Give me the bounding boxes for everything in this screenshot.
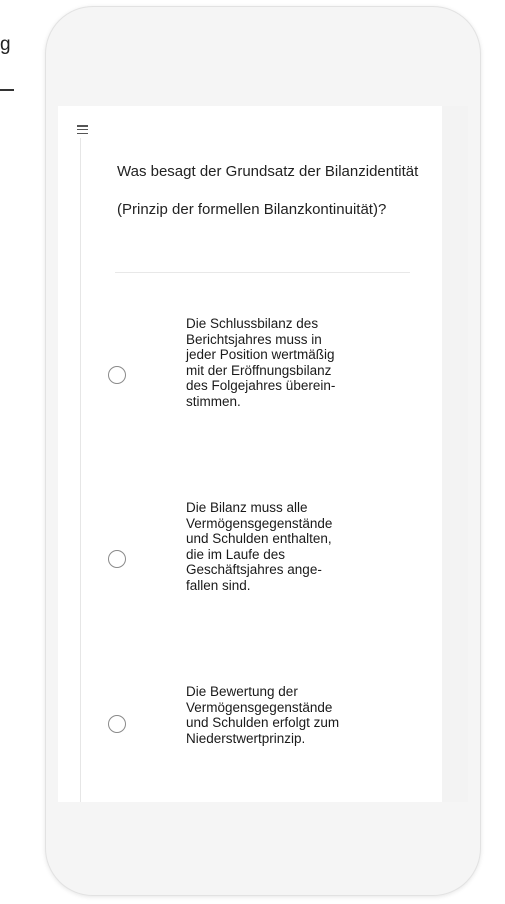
question-divider: [115, 272, 410, 273]
radio-button-icon[interactable]: [108, 550, 126, 568]
cropped-edge-text: g: [0, 34, 11, 55]
question-text: Was besagt der Grundsatz der Bilanzident…: [117, 163, 419, 218]
phone-screen: Was besagt der Grundsatz der Bilanzident…: [58, 106, 468, 802]
answer-option-label: Die Bilanz muss alle Vermögensgegenständ…: [186, 500, 333, 593]
answer-option-label: Die Bewertung der Vermögensgegenstände u…: [186, 684, 340, 746]
radio-button-icon[interactable]: [108, 366, 126, 384]
radio-button-icon[interactable]: [108, 715, 126, 733]
page: g Was besagt der Grundsatz der Bilanzide…: [0, 0, 505, 904]
answer-option-label: Die Schlussbilanz des Berichtsjahres mus…: [186, 316, 336, 409]
hamburger-menu-icon[interactable]: [77, 125, 88, 134]
screen-scrollbar-track[interactable]: [442, 106, 468, 802]
screen-left-divider: [80, 138, 81, 802]
cropped-edge-underline: [0, 89, 14, 91]
